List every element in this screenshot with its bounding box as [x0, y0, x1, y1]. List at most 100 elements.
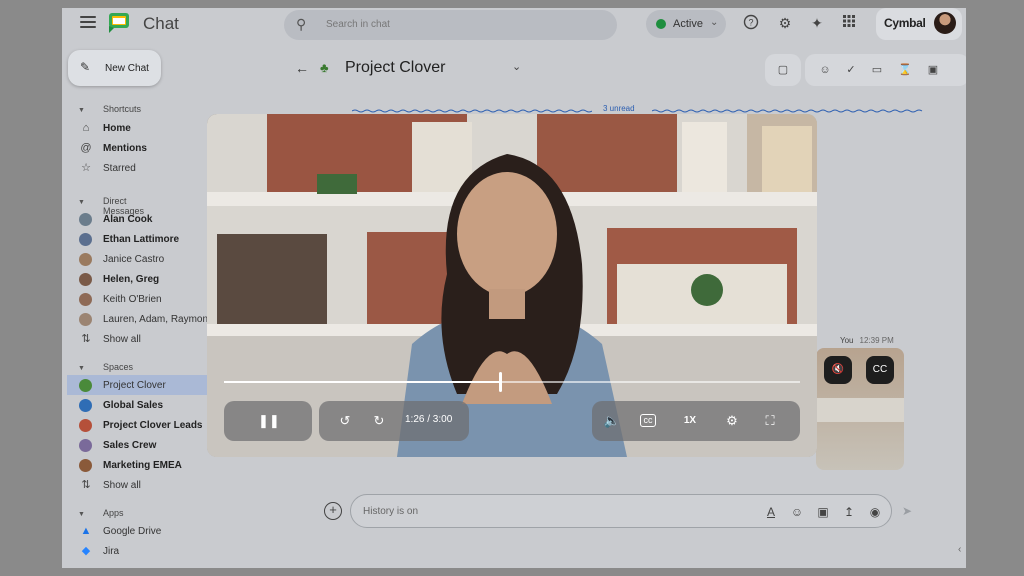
seek-handle[interactable] — [499, 372, 503, 392]
space-icon — [79, 419, 92, 432]
dm-show-all-label: Show all — [103, 334, 141, 345]
account-switcher[interactable]: Cymbal — [876, 8, 962, 40]
message-input[interactable]: History is on A ☺ ▣ ↥ ◉ — [350, 494, 892, 528]
search-icon: ⚲ — [296, 16, 307, 32]
star-icon: ☆ — [81, 162, 91, 174]
fullscreen-icon[interactable]: ⛶ — [760, 412, 780, 430]
spaces-show-all[interactable]: ⇅ Show all — [67, 475, 272, 495]
shortcuts-heading[interactable]: ▼ Shortcuts — [78, 104, 141, 114]
mute-icon[interactable]: 🔇 — [824, 356, 852, 384]
app-item[interactable]: ▲ Google Drive — [67, 521, 272, 541]
timer-icon[interactable]: ⌛ — [897, 62, 913, 78]
add-people-icon[interactable]: ☺ — [817, 62, 833, 78]
captions-icon[interactable]: cc — [640, 414, 656, 427]
space-item-label: Project Clover Leads — [103, 420, 203, 431]
collapse-panel-icon[interactable]: ‹ — [958, 544, 961, 555]
search-input[interactable]: Search in chat — [326, 19, 390, 30]
collapse-icon: ▼ — [78, 199, 85, 206]
app-item[interactable]: ◆ Jira — [67, 541, 272, 561]
search-bar[interactable]: ⚲ Search in chat — [284, 10, 617, 40]
unread-wave-right — [652, 109, 923, 113]
playback-speed-button[interactable]: 1X — [680, 412, 700, 430]
apps-heading[interactable]: ▼ Apps — [78, 508, 124, 518]
video-message-thumbnail[interactable]: 🔇 CC — [816, 348, 904, 470]
emoji-icon[interactable]: ☺ — [789, 504, 805, 520]
calendar-icon[interactable]: ▣ — [925, 62, 941, 78]
seek-bar[interactable] — [224, 372, 800, 392]
new-chat-button[interactable]: ✎ New Chat — [68, 50, 161, 86]
gif-icon[interactable]: ▣ — [815, 504, 831, 520]
tasks-icon[interactable]: ✓ — [843, 62, 859, 78]
at-icon: @ — [80, 142, 92, 154]
record-icon[interactable]: ◉ — [867, 504, 883, 520]
play-pause-pill: ❚❚ — [224, 401, 312, 441]
google-drive-icon: ▲ — [80, 525, 92, 537]
clover-icon: ♣ — [320, 60, 329, 75]
chevron-down-icon[interactable]: ⌄ — [512, 60, 521, 73]
app-title: Chat — [143, 14, 179, 33]
help-icon[interactable]: ? — [742, 14, 760, 32]
message-time: 12:39 PM — [859, 336, 894, 345]
space-item-label: Global Sales — [103, 400, 164, 411]
main-menu-icon[interactable] — [80, 16, 96, 30]
format-text-icon[interactable]: A — [763, 504, 779, 520]
space-item-label: Marketing EMEA — [103, 460, 182, 471]
app-item-label: Jira — [103, 546, 120, 557]
settings-pill: 🔈 cc 1X ⚙ ⛶ — [592, 401, 800, 441]
pause-icon[interactable]: ❚❚ — [258, 412, 280, 430]
back-arrow-icon[interactable]: ← — [295, 60, 309, 76]
space-header: ← ♣ Project Clover ⌄ ▢ ☺ ✓ ▭ ⌛ ▣ — [282, 54, 966, 86]
rewind-10-icon[interactable]: ↺ — [335, 412, 355, 430]
settings-gear-icon[interactable]: ⚙ — [722, 412, 742, 430]
player-controls: ❚❚ ↺ ↻ 1:26 / 3:00 🔈 cc 1X ⚙ ⛶ — [207, 114, 817, 457]
app-item-label: Google Drive — [103, 526, 162, 537]
volume-icon[interactable]: 🔈 — [602, 412, 622, 430]
dm-avatar — [79, 233, 92, 246]
dm-item-label: Helen, Greg — [103, 274, 160, 285]
spaces-show-all-label: Show all — [103, 480, 141, 491]
sidebar-item-home-label: Home — [103, 123, 131, 134]
unread-count: 3 unread — [603, 104, 635, 113]
space-tools: ☺ ✓ ▭ ⌛ ▣ — [805, 54, 966, 86]
forward-10-icon[interactable]: ↻ — [369, 412, 389, 430]
playback-time: 1:26 / 3:00 — [405, 414, 453, 425]
dm-item-label: Lauren, Adam, Raymond — [103, 314, 214, 325]
spaces-heading[interactable]: ▼ Spaces — [78, 362, 133, 372]
dm-item-label: Janice Castro — [103, 254, 165, 265]
settings-icon[interactable]: ⚙ — [776, 14, 794, 32]
gemini-icon[interactable]: ✦ — [808, 14, 826, 32]
space-icon — [79, 439, 92, 452]
dm-avatar — [79, 313, 92, 326]
dm-item-label: Keith O'Brien — [103, 294, 162, 305]
meet-icon: ▢ — [777, 64, 789, 76]
dm-heading[interactable]: ▼ Direct Messages — [78, 196, 144, 216]
add-icon[interactable]: + — [324, 502, 342, 520]
upload-icon[interactable]: ↥ — [841, 504, 857, 520]
message-meta: You 12:39 PM — [840, 336, 894, 345]
space-item-label: Project Clover — [103, 380, 166, 391]
sidebar-item-starred-label: Starred — [103, 163, 136, 174]
files-icon[interactable]: ▭ — [869, 62, 885, 78]
message-author: You — [840, 336, 854, 345]
user-avatar[interactable] — [934, 12, 956, 34]
send-icon[interactable]: ➤ — [902, 504, 912, 518]
jira-icon: ◆ — [81, 545, 91, 557]
message-input-placeholder: History is on — [363, 506, 419, 517]
space-item[interactable]: Marketing EMEA — [67, 455, 272, 475]
dm-item-label: Ethan Lattimore — [103, 234, 180, 245]
space-item[interactable]: Project Clover — [67, 375, 217, 395]
meet-button[interactable]: ▢ — [765, 54, 801, 86]
chevron-down-icon: ⌄ — [710, 17, 719, 28]
new-chat-icon: ✎ — [80, 60, 91, 74]
status-dot — [656, 19, 666, 29]
captions-icon[interactable]: CC — [866, 356, 894, 384]
svg-text:?: ? — [748, 18, 753, 28]
video-player[interactable]: ❚❚ ↺ ↻ 1:26 / 3:00 🔈 cc 1X ⚙ ⛶ — [207, 114, 817, 457]
thumbnail-scene — [816, 398, 904, 422]
status-selector[interactable]: Active ⌄ — [646, 10, 726, 38]
status-label: Active — [673, 18, 703, 30]
apps-grid-icon[interactable] — [840, 14, 858, 32]
collapse-icon: ▼ — [78, 365, 85, 372]
dm-avatar — [79, 293, 92, 306]
space-title[interactable]: Project Clover — [345, 59, 445, 77]
